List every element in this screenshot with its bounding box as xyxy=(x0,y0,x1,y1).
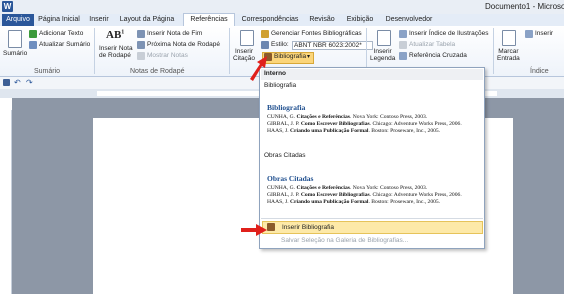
manage-sources-icon xyxy=(261,30,269,38)
section-header-bar xyxy=(261,69,483,80)
insert-illustrations-index-button[interactable]: Inserir Índice de Ilustrações xyxy=(409,30,488,37)
mark-entry-icon xyxy=(502,30,516,46)
insert-citation-icon xyxy=(240,30,254,46)
title-bar xyxy=(0,0,564,14)
bibliography-dropdown: Interno Bibliografia Bibliografia CUNHA,… xyxy=(259,67,485,249)
group-separator xyxy=(94,28,95,74)
insert-footnote-button[interactable]: Inserir Nota de Rodapé xyxy=(99,45,133,59)
tab-view[interactable]: Exibição xyxy=(342,14,378,26)
group-label-index: Índice xyxy=(530,68,549,75)
show-notes-icon xyxy=(137,52,145,60)
preview-line: CUNHA, G. Citações e Referências. Nova Y… xyxy=(267,185,428,191)
group-label-sumario: Sumário xyxy=(34,68,61,75)
manage-sources-button[interactable]: Gerenciar Fontes Bibliográficas xyxy=(271,30,362,37)
undo-icon[interactable]: ↶ xyxy=(14,78,21,87)
save-icon[interactable] xyxy=(3,79,10,86)
annotation-arrow-icon xyxy=(241,224,267,236)
vertical-ruler[interactable] xyxy=(4,110,12,294)
gallery-item-label: Bibliografia xyxy=(264,82,297,89)
redo-icon[interactable]: ↷ xyxy=(26,78,33,87)
table-of-contents-icon xyxy=(8,30,22,48)
group-label-footnotes: Notas de Rodapé xyxy=(130,68,185,75)
preview-title: Obras Citadas xyxy=(267,174,314,183)
tab-file[interactable]: Arquivo xyxy=(2,14,34,26)
preview-line: GIRBAL, J. P. Como Escrever Bibliografia… xyxy=(267,121,462,127)
gallery-item-works-cited[interactable]: Obras Citadas CUNHA, G. Citações e Refer… xyxy=(261,162,483,217)
update-table-button[interactable]: Atualizar Tabela xyxy=(409,41,455,48)
add-text-icon xyxy=(29,30,37,38)
tab-developer[interactable]: Desenvolvedor xyxy=(384,14,434,26)
footnote-icon: AB1 xyxy=(106,29,125,41)
update-table-icon xyxy=(399,41,407,49)
group-separator xyxy=(493,28,494,74)
insert-bibliography-label: Inserir Bibliografia xyxy=(282,224,335,231)
insert-caption-icon xyxy=(377,30,391,46)
illustrations-index-icon xyxy=(399,30,407,38)
tab-insert[interactable]: Inserir xyxy=(85,14,113,26)
preview-title: Bibliografia xyxy=(267,103,306,112)
tab-home[interactable]: Página Inicial xyxy=(36,14,82,26)
chevron-down-icon: ▾ xyxy=(307,54,311,60)
gallery-item-label: Obras Citadas xyxy=(264,152,306,159)
table-of-contents-button[interactable]: Sumário xyxy=(3,50,27,57)
group-separator xyxy=(229,28,230,74)
insert-index-icon xyxy=(525,30,533,38)
insert-index-button[interactable]: Inserir xyxy=(535,30,553,37)
mark-entry-button[interactable]: Marcar Entrada xyxy=(497,48,520,62)
style-dropdown[interactable]: ABNT NBR 6023:2002* xyxy=(292,41,373,50)
cross-reference-icon xyxy=(399,52,407,60)
insert-bibliography-item[interactable]: Inserir Bibliografia xyxy=(262,221,483,234)
word-logo-icon[interactable]: W xyxy=(2,1,13,12)
refresh-icon xyxy=(29,41,37,49)
next-footnote-icon xyxy=(137,41,145,49)
tab-review[interactable]: Revisão xyxy=(306,14,338,26)
add-text-button[interactable]: Adicionar Texto xyxy=(39,30,83,37)
update-toc-button[interactable]: Atualizar Sumário xyxy=(39,41,90,48)
style-icon xyxy=(261,41,269,49)
bibliography-button[interactable]: Bibliografia xyxy=(274,53,306,60)
preview-line: HAAS, J. Criando uma Publicação Formal. … xyxy=(267,128,441,134)
annotation-arrow-icon xyxy=(250,56,267,81)
cross-reference-button[interactable]: Referência Cruzada xyxy=(409,52,467,59)
gallery-item-bibliography[interactable]: Bibliografia CUNHA, G. Citações e Referê… xyxy=(261,92,483,147)
next-footnote-button[interactable]: Próxima Nota de Rodapé xyxy=(147,41,220,48)
bibliography-icon xyxy=(267,223,275,231)
preview-line: CUNHA, G. Citações e Referências. Nova Y… xyxy=(267,114,428,120)
window-title: Documento1 - Microso xyxy=(485,2,564,11)
tab-mailings[interactable]: Correspondências xyxy=(238,14,302,26)
preview-line: GIRBAL, J. P. Como Escrever Bibliografia… xyxy=(267,192,462,198)
style-label: Estilo: xyxy=(271,41,289,48)
insert-endnote-button[interactable]: Inserir Nota de Fim xyxy=(147,30,202,37)
tab-references[interactable]: Referências xyxy=(183,13,235,26)
endnote-icon xyxy=(137,30,145,38)
insert-caption-button[interactable]: Inserir Legenda xyxy=(370,48,395,62)
show-notes-button[interactable]: Mostrar Notas xyxy=(147,52,188,59)
save-selection-item[interactable]: Salvar Seleção na Galeria de Bibliografi… xyxy=(281,237,408,244)
preview-line: HAAS, J. Criando uma Publicação Formal. … xyxy=(267,199,441,205)
tab-page-layout[interactable]: Layout da Página xyxy=(116,14,178,26)
menu-divider xyxy=(261,218,483,219)
